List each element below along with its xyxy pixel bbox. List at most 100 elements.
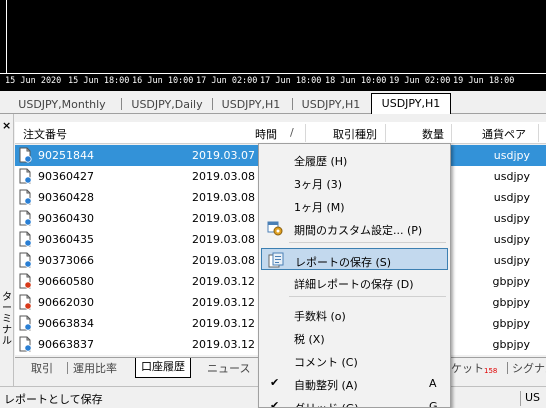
order-symbol: usdjpy (493, 191, 530, 204)
time-label: 15 Jun 18:00 (68, 76, 130, 86)
header-order-no[interactable]: 注文番号 (23, 126, 67, 142)
order-status-icon (19, 189, 32, 205)
order-number: 90251844 (38, 149, 94, 162)
order-status-icon (19, 168, 32, 184)
tab-market-badge: 158 (484, 367, 498, 375)
chart-tab-usdjpy-monthly[interactable]: USDJPY,Monthly (8, 96, 116, 113)
order-status-icon (19, 231, 32, 247)
time-label: 19 Jun 18:00 (453, 76, 515, 86)
order-number: 90360430 (38, 212, 94, 225)
time-axis: 15 Jun 2020 15 Jun 18:00 16 Jun 10:00 17… (0, 74, 546, 91)
menu-item-label: 1ヶ月 (M) (294, 201, 345, 214)
order-number: 90360435 (38, 233, 94, 246)
header-time[interactable]: 時間 (255, 126, 277, 142)
header-volume[interactable]: 数量 (422, 126, 444, 142)
menu-item-3-months[interactable]: 3ヶ月 (3) (261, 171, 448, 193)
order-date: 2019.03.12 (192, 296, 255, 309)
menu-item-label: レポートの保存 (S) (295, 256, 392, 269)
order-date: 2019.03.12 (192, 275, 255, 288)
sort-indicator: / (290, 126, 294, 139)
order-number: 90373066 (38, 254, 94, 267)
header-type[interactable]: 取引種別 (333, 126, 377, 142)
check-icon: ✔ (270, 376, 280, 389)
menu-item-save-detailed-report[interactable]: 詳細レポートの保存 (D) (261, 271, 448, 293)
terminal-side-bar: × ターミナル (0, 114, 14, 386)
chart-tab-usdjpy-h1-active[interactable]: USDJPY,H1 (371, 93, 451, 114)
order-symbol: gbpjpy (492, 296, 531, 309)
order-symbol: usdjpy (493, 149, 530, 162)
menu-shortcut: A (429, 377, 437, 390)
order-date: 2019.03.08 (192, 233, 255, 246)
menu-item-comment[interactable]: コメント (C) (261, 349, 448, 371)
menu-item-label: 詳細レポートの保存 (D) (294, 278, 414, 291)
order-status-icon (19, 294, 32, 310)
menu-item-label: 3ヶ月 (3) (294, 178, 343, 191)
tab-account-history[interactable]: 口座履歴 (135, 358, 191, 378)
menu-item-auto-arrange[interactable]: ✔ 自動整列 (A) A (261, 372, 448, 394)
table-header: 注文番号 時間 / 取引種別 数量 通貨ペア (15, 122, 546, 144)
menu-separator (289, 296, 446, 297)
menu-item-1-month[interactable]: 1ヶ月 (M) (261, 194, 448, 216)
order-date: 2019.03.08 (192, 191, 255, 204)
order-symbol: usdjpy (493, 170, 530, 183)
order-symbol: usdjpy (493, 212, 530, 225)
order-status-icon (19, 273, 32, 289)
order-symbol: gbpjpy (492, 275, 531, 288)
order-number: 90360427 (38, 170, 94, 183)
menu-item-commission[interactable]: 手数料 (o) (261, 303, 448, 325)
order-symbol: gbpjpy (492, 317, 531, 330)
order-date: 2019.03.12 (192, 317, 255, 330)
menu-item-label: グリッド (G) (294, 400, 359, 407)
order-status-icon (19, 147, 32, 163)
menu-item-save-report[interactable]: レポートの保存 (S) (261, 248, 448, 270)
order-number: 90663834 (38, 317, 94, 330)
order-number: 90662030 (38, 296, 94, 309)
order-status-icon (19, 252, 32, 268)
order-date: 2019.03.08 (192, 254, 255, 267)
order-date: 2019.03.08 (192, 212, 255, 225)
menu-item-all-history[interactable]: 全履歴 (H) (261, 148, 448, 170)
menu-item-label: 税 (X) (294, 333, 325, 346)
order-symbol: usdjpy (493, 254, 530, 267)
menu-separator (289, 242, 446, 243)
order-date: 2019.03.08 (192, 170, 255, 183)
order-date: 2019.03.07 (192, 149, 255, 162)
time-label: 16 Jun 10:00 (132, 76, 194, 86)
time-label: 17 Jun 18:00 (260, 76, 322, 86)
menu-item-label: 期間のカスタム設定... (P) (294, 224, 423, 237)
tab-signals[interactable]: シグナル (512, 360, 546, 377)
chart-tab-usdjpy-h1[interactable]: USDJPY,H1 (296, 96, 366, 113)
menu-shortcut: G (429, 400, 438, 408)
tab-trade[interactable]: 取引 (31, 360, 53, 377)
menu-item-label: 手数料 (o) (294, 310, 346, 323)
header-symbol[interactable]: 通貨ペア (482, 126, 526, 142)
tab-market[interactable]: ケット158 (451, 360, 497, 377)
menu-item-label: コメント (C) (294, 356, 358, 369)
order-number: 90663837 (38, 338, 94, 351)
close-icon[interactable]: × (2, 119, 11, 132)
order-status-icon (19, 315, 32, 331)
time-label: 18 Jun 10:00 (325, 76, 387, 86)
time-label: 19 Jun 02:00 (389, 76, 451, 86)
order-number: 90360428 (38, 191, 94, 204)
price-chart[interactable] (0, 0, 546, 74)
chart-tab-usdjpy-daily[interactable]: USDJPY,Daily (126, 96, 208, 113)
chart-tab-usdjpy-h1[interactable]: USDJPY,H1 (215, 96, 287, 113)
tab-news[interactable]: ニュース (207, 360, 250, 377)
menu-item-tax[interactable]: 税 (X) (261, 326, 448, 348)
chart-tab-bar: USDJPY,Monthly USDJPY,Daily USDJPY,H1 US… (0, 91, 546, 114)
order-number: 90660580 (38, 275, 94, 288)
tab-market-label: ケット (451, 362, 484, 375)
time-label: 17 Jun 02:00 (196, 76, 258, 86)
menu-item-custom-period[interactable]: 期間のカスタム設定... (P) (261, 217, 448, 239)
terminal-vertical-label: ターミナル (2, 292, 12, 347)
order-date: 2019.03.12 (192, 338, 255, 351)
tab-ratio[interactable]: 運用比率 (73, 360, 117, 377)
order-status-icon (19, 210, 32, 226)
status-text: レポートとして保存 (4, 393, 103, 406)
menu-item-label: 全履歴 (H) (294, 155, 348, 168)
calendar-gear-icon (267, 220, 283, 236)
time-label: 15 Jun 2020 (5, 76, 62, 86)
menu-item-grid[interactable]: ✔ グリッド (G) G (261, 395, 448, 408)
status-right: US (520, 391, 540, 406)
